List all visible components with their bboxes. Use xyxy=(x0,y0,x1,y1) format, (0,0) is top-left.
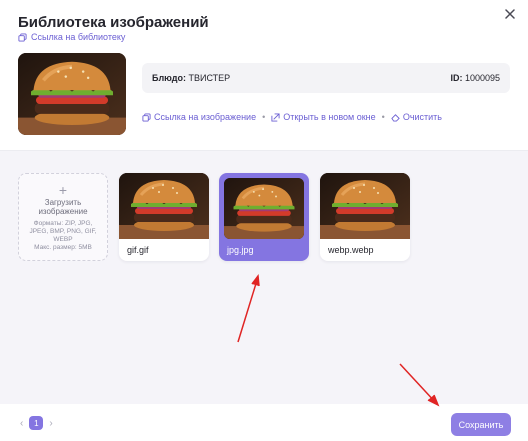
open-new-window-label: Открыть в новом окне xyxy=(283,112,376,122)
dish-value: ТВИСТЕР xyxy=(188,73,231,83)
library-link[interactable]: Ссылка на библиотеку xyxy=(18,32,125,42)
image-gallery: + Загрузить изображение Форматы: ZIP, JP… xyxy=(0,150,528,404)
external-link-icon xyxy=(271,112,280,122)
dish-info-panel: Блюдо: ТВИСТЕР ID: 1000095 xyxy=(142,63,510,93)
copy-icon xyxy=(142,112,151,122)
image-card-webp[interactable]: webp.webp xyxy=(320,173,410,261)
current-page[interactable]: 1 xyxy=(29,416,44,430)
library-link-label: Ссылка на библиотеку xyxy=(31,32,126,42)
image-link-button[interactable]: Ссылка на изображение xyxy=(142,112,256,122)
plus-icon: + xyxy=(58,182,68,198)
id-label: ID: xyxy=(450,73,463,83)
upload-title: Загрузить изображение xyxy=(38,198,88,216)
prev-page-button[interactable]: ‹ xyxy=(20,418,23,429)
dish-info: Блюдо: ТВИСТЕР xyxy=(152,73,230,83)
upload-dropzone[interactable]: + Загрузить изображение Форматы: ZIP, JP… xyxy=(18,173,108,261)
dish-label: Блюдо: xyxy=(152,73,186,83)
copy-icon xyxy=(18,32,27,42)
save-button[interactable]: Сохранить xyxy=(451,413,511,436)
upload-max-size: Макс. размер: 5MB xyxy=(34,244,92,251)
image-card-jpg-selected[interactable]: jpg.jpg xyxy=(219,173,309,261)
dialog-footer: ‹ 1 › Сохранить xyxy=(0,404,528,441)
separator-dot: • xyxy=(262,112,266,122)
image-thumbnail xyxy=(224,178,304,239)
image-link-label: Ссылка на изображение xyxy=(154,112,257,122)
next-page-button[interactable]: › xyxy=(49,418,52,429)
dish-id: ID: 1000095 xyxy=(450,73,500,83)
open-new-window-button[interactable]: Открыть в новом окне xyxy=(271,112,376,122)
clear-button[interactable]: Очистить xyxy=(391,112,442,122)
eraser-icon xyxy=(391,113,400,122)
image-card-gif[interactable]: gif.gif xyxy=(119,173,209,261)
image-actions: Ссылка на изображение • Открыть в новом … xyxy=(142,112,442,122)
separator-dot: • xyxy=(381,112,385,122)
upload-formats: Форматы: ZIP, JPG, JPEG, BMP, PNG, GIF, … xyxy=(29,220,97,243)
image-name: gif.gif xyxy=(127,245,149,255)
pagination: ‹ 1 › xyxy=(20,416,53,430)
image-thumbnail xyxy=(320,173,410,239)
image-thumbnail xyxy=(119,173,209,239)
id-value: 1000095 xyxy=(464,73,500,83)
close-icon[interactable] xyxy=(502,6,518,22)
image-name: webp.webp xyxy=(328,245,374,255)
image-library-dialog: Библиотека изображений Ссылка на библиот… xyxy=(0,0,528,441)
image-name: jpg.jpg xyxy=(227,245,254,255)
dialog-title: Библиотека изображений xyxy=(18,14,209,31)
current-image-preview xyxy=(18,53,126,135)
clear-label: Очистить xyxy=(402,112,442,122)
